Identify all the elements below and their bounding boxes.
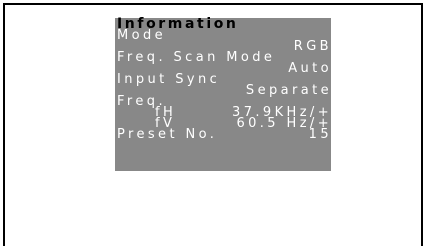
- preset-number-row: Preset No. 15: [117, 127, 332, 142]
- screen-frame: Information Mode RGB Freq. Scan Mode Aut…: [3, 3, 423, 246]
- preset-value: 15: [308, 127, 332, 142]
- preset-label: Preset No.: [117, 127, 218, 142]
- information-osd-panel: Information Mode RGB Freq. Scan Mode Aut…: [115, 17, 332, 171]
